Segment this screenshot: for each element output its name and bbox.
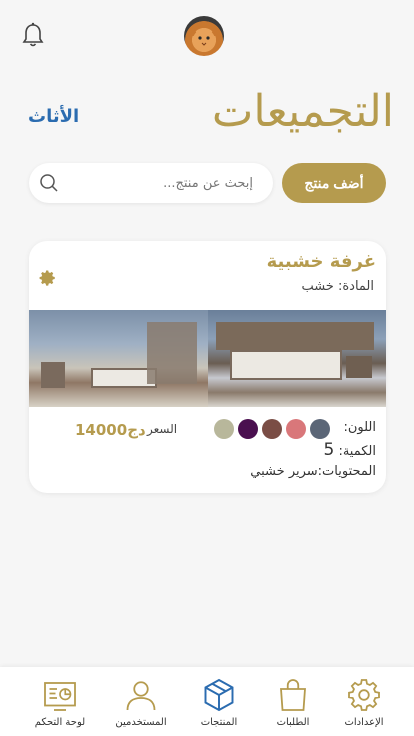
contents-text: المحتويات:سرير خشبي [250,464,376,479]
product-name: غرفة خشبية [266,251,376,272]
product-photo-bedroom-1 [29,310,208,407]
user-icon [126,681,156,711]
nav-label-users: المستخدمين [115,717,167,728]
search-icon[interactable] [39,173,59,193]
dashboard-icon [44,682,76,711]
nav-label-dashboard: لوحة التحكم [34,717,86,728]
top-bar [0,0,414,64]
box-icon [204,678,234,712]
bottom-nav: الإعدادات الطلبات المنتجات المستخدمين لو… [0,667,414,736]
nav-label-products: المنتجات [200,717,238,728]
quantity-label: الكمية: [338,444,376,459]
color-swatches [214,419,330,439]
price-label: السعر [147,422,178,436]
nav-item-products[interactable]: المنتجات [179,673,259,733]
nav-item-orders[interactable]: الطلبات [253,673,333,733]
add-product-button[interactable]: أضف منتج [282,163,386,203]
color-swatch[interactable] [262,419,282,439]
nav-item-dashboard[interactable]: لوحة التحكم [20,673,100,733]
notification-bell-icon[interactable] [22,22,44,48]
nav-label-orders: الطلبات [276,717,310,728]
product-material: المادة: خشب [301,279,374,294]
product-settings-gear-icon[interactable] [39,269,57,287]
shopping-bag-icon [280,679,306,711]
quantity-value: 5 [323,440,335,460]
price-value: 14000دج [75,421,146,439]
avatar[interactable] [184,16,224,56]
color-swatch[interactable] [286,419,306,439]
nav-item-users[interactable]: المستخدمين [101,673,181,733]
page-title: التجميعات [211,86,394,137]
search-bar [29,163,273,203]
nav-item-settings[interactable]: الإعدادات [324,673,404,733]
category-link[interactable]: الأثاث [28,106,79,127]
product-photo-bedroom-2 [208,310,386,407]
search-input[interactable] [69,163,259,203]
product-card[interactable]: غرفة خشبية المادة: خشب اللون: الكمية: 5 … [29,241,386,493]
gear-icon [348,679,380,711]
color-swatch[interactable] [238,419,258,439]
cat-photo-icon [190,26,218,51]
color-swatch[interactable] [214,419,234,439]
nav-label-settings: الإعدادات [344,717,384,728]
quantity-row: الكمية: 5 [250,439,376,461]
color-swatch[interactable] [310,419,330,439]
